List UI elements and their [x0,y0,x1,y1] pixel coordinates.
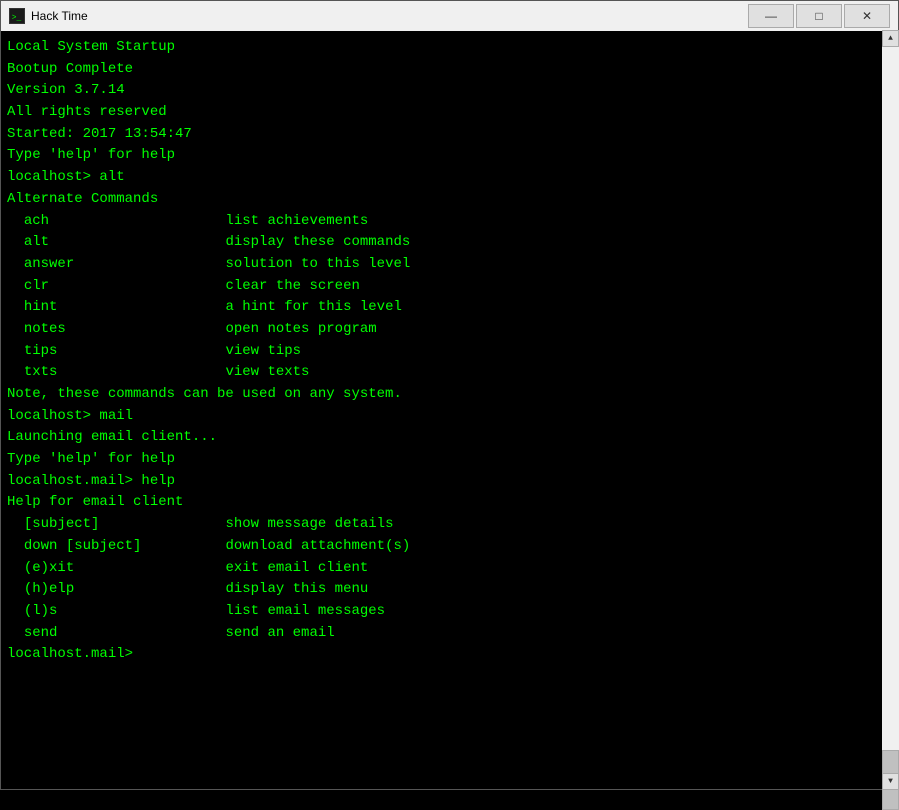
scrollbar-arrow-up[interactable]: ▲ [882,30,899,47]
terminal-area[interactable]: Local System Startup Bootup Complete Ver… [1,31,898,789]
scrollbar-track: ▲ ▼ [882,30,899,790]
minimize-button[interactable]: — [748,4,794,28]
terminal-output: Local System Startup Bootup Complete Ver… [7,37,892,666]
window-frame: >_ Hack Time — □ ✕ Local System Startup … [0,0,899,790]
close-button[interactable]: ✕ [844,4,890,28]
window-controls: — □ ✕ [748,4,890,28]
title-bar: >_ Hack Time — □ ✕ [1,1,898,31]
app-window: >_ Hack Time — □ ✕ Local System Startup … [0,0,899,790]
window-title: Hack Time [31,9,742,23]
svg-text:>_: >_ [12,14,22,23]
maximize-button[interactable]: □ [796,4,842,28]
app-icon: >_ [9,8,25,24]
scrollbar-arrow-down[interactable]: ▼ [882,773,899,790]
